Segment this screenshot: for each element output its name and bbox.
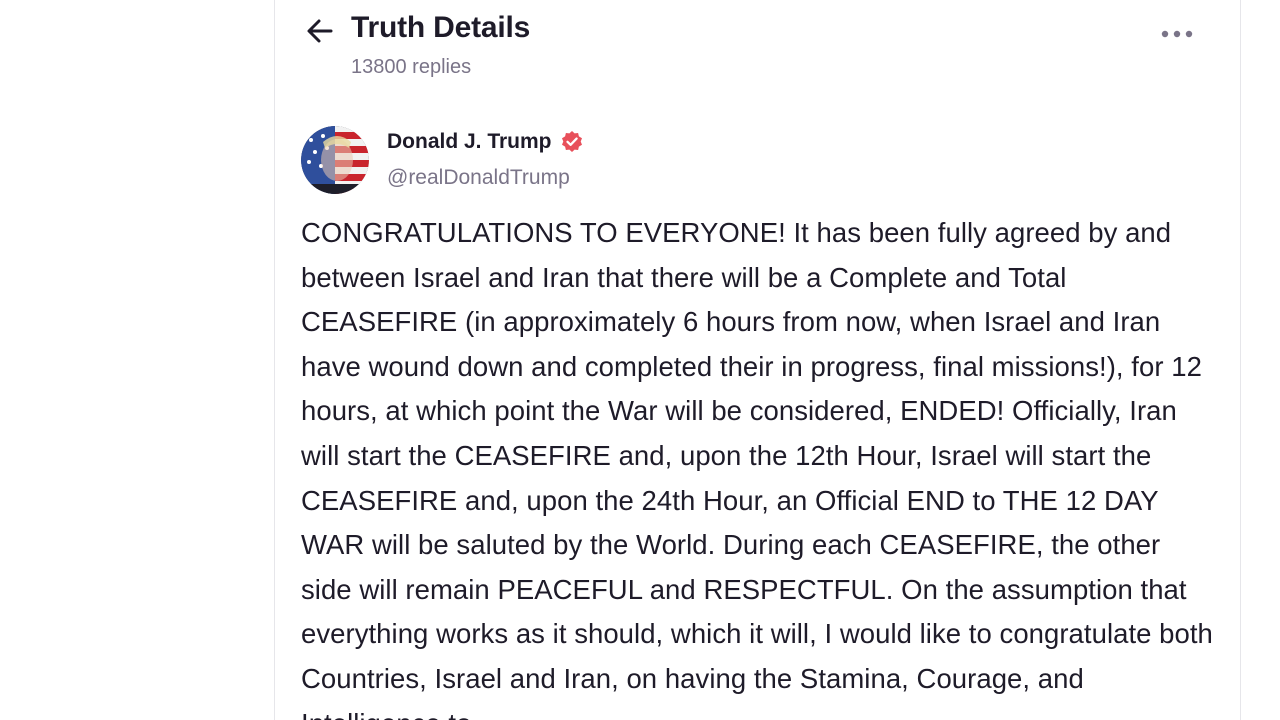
- arrow-left-icon: [307, 19, 333, 43]
- author-name[interactable]: Donald J. Trump: [387, 130, 552, 154]
- more-options-button[interactable]: [1153, 18, 1201, 50]
- replies-count: 13800 replies: [351, 56, 472, 78]
- author-handle[interactable]: @realDonaldTrump: [387, 166, 570, 190]
- page-title: Truth Details: [351, 11, 531, 44]
- post-body-text: CONGRATULATIONS TO EVERYONE! It has been…: [301, 217, 1213, 720]
- main-column: Truth Details 13800 replies Donald J. Tr…: [274, 0, 1241, 720]
- avatar[interactable]: [301, 126, 369, 194]
- author-name-row: Donald J. Trump: [387, 130, 584, 154]
- back-button[interactable]: [303, 14, 337, 48]
- ellipsis-horizontal-icon: [1161, 30, 1193, 38]
- page-header: Truth Details 13800 replies: [275, 0, 1240, 100]
- verified-badge-icon: [560, 130, 584, 154]
- page: Truth Details 13800 replies Donald J. Tr…: [0, 0, 1280, 720]
